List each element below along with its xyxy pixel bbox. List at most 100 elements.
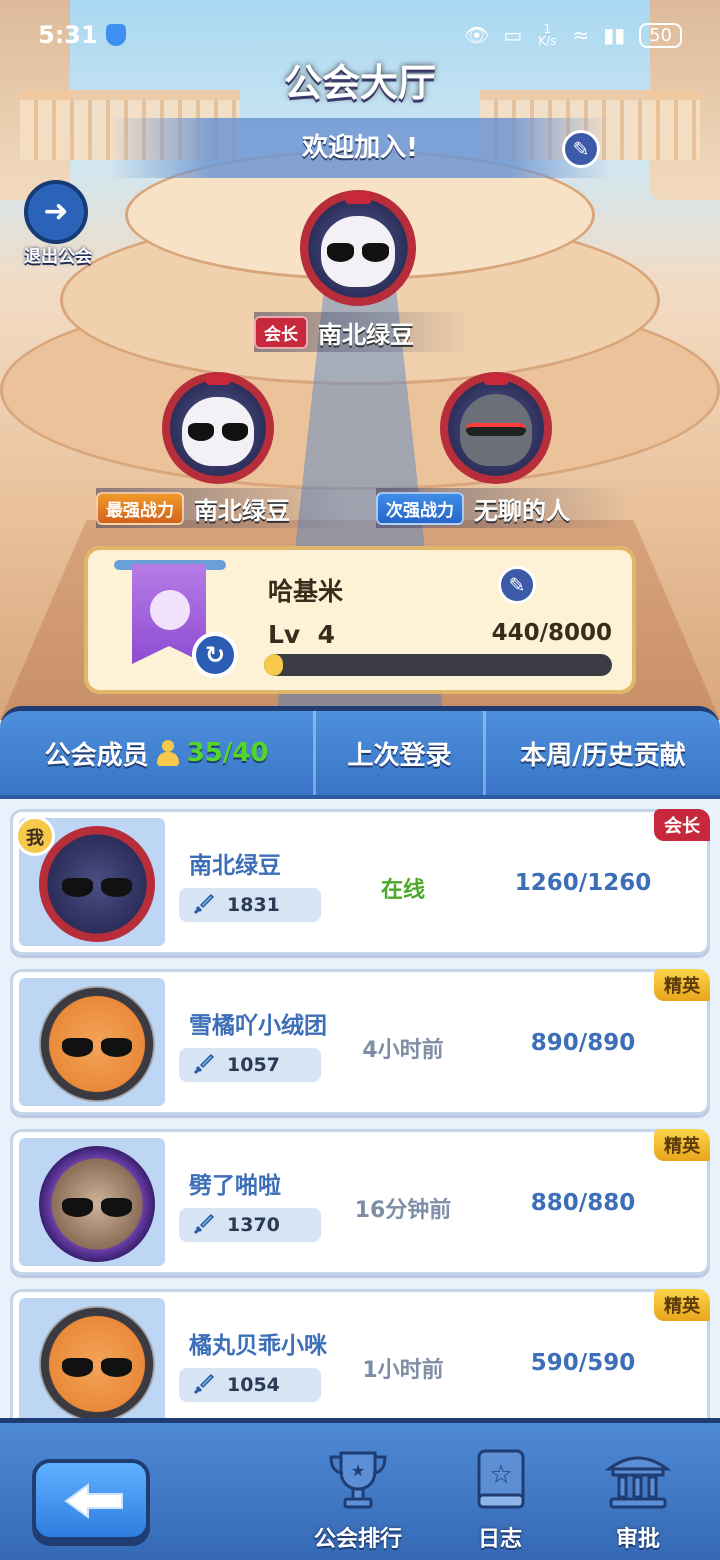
member-panel: 公会成员 35/40 上次登录 本周/历史贡献 我 南北绿豆 1831 在线 1… [0,706,720,1422]
exit-guild-button[interactable]: ➜ [24,180,88,244]
member-power: 1057 [179,1048,321,1082]
member-power: 1831 [179,888,321,922]
rank-badge-elite: 精英 [654,1129,710,1161]
header-contribution[interactable]: 本周/历史贡献 [486,711,720,795]
guild-level: Lv 4 [268,620,335,649]
monkey-emblem-icon [150,590,190,630]
member-row[interactable]: 橘丸贝乖小咪 1054 1小时前 590/590 精英 [10,1289,710,1422]
crown-icon [483,374,509,386]
status-time: 5:31 [38,21,98,49]
member-power: 1370 [179,1208,321,1242]
shield-icon [105,24,126,46]
approve-label: 审批 [615,1527,660,1552]
me-badge: 我 [15,816,55,856]
battery-indicator: 50 [639,22,682,48]
member-power: 1054 [179,1368,321,1402]
log-label: 日志 [477,1527,522,1552]
member-last-login: 4小时前 [362,1038,444,1063]
welcome-banner: 欢迎加入! [110,118,610,178]
strongest-avatar[interactable] [162,372,274,484]
svg-text:★: ★ [351,1461,365,1480]
guild-info-card: ↻ 哈基米 ✎ Lv 4 440/8000 [84,546,636,694]
member-row[interactable]: 劈了啪啦 1370 16分钟前 880/880 精英 [10,1129,710,1275]
member-avatar [19,1138,165,1266]
change-emblem-button[interactable]: ↻ [192,632,238,678]
member-name: 橘丸贝乖小咪 [189,1333,327,1359]
guild-exp-bar [264,654,612,676]
guild-name: 哈基米 [268,577,344,606]
header-last-login[interactable]: 上次登录 [316,711,486,795]
member-power-value: 1831 [227,894,280,916]
member-contribution: 1260/1260 [514,870,652,896]
president-avatar[interactable] [300,190,416,306]
role-chip-second: 次强战力 [376,491,464,525]
cat-sunglasses-avatar [182,396,254,467]
rank-badge-leader: 会长 [654,809,710,841]
approve-button[interactable]: 审批 [578,1445,698,1553]
member-last-login: 16分钟前 [354,1198,452,1223]
svg-text:☆: ☆ [489,1460,512,1490]
edit-guild-name-button[interactable]: ✎ [498,566,536,604]
member-name: 南北绿豆 [189,853,281,879]
second-avatar[interactable] [440,372,552,484]
bottom-nav: ★ 公会排行 ☆ 日志 审批 [0,1418,720,1560]
orange-cat-avatar [39,1306,155,1422]
wifi-icon: ≈ [572,23,590,47]
book-star-icon: ☆ [477,1449,525,1509]
member-row[interactable]: 雪橘吖小绒团 1057 4小时前 890/890 精英 [10,969,710,1115]
member-last-login: 1小时前 [362,1358,444,1383]
member-name: 劈了啪啦 [189,1173,281,1199]
member-avatar [19,1298,165,1422]
guild-exp-text: 440/8000 [491,620,612,646]
refresh-icon: ↻ [204,641,226,669]
strongest-name: 南北绿豆 [194,496,290,525]
guild-ranking-label: 公会排行 [313,1527,402,1552]
crown-icon [205,374,231,386]
electric-hamster-avatar [39,1146,155,1262]
signal-icon: ▮▮ [603,23,626,47]
log-button[interactable]: ☆ 日志 [440,1445,560,1553]
arrow-left-icon [64,1483,123,1519]
exit-door-icon: ➜ [43,194,69,229]
member-list-header: 公会成员 35/40 上次登录 本周/历史贡献 [0,711,720,799]
president-name: 南北绿豆 [318,320,414,349]
header-members: 公会成员 35/40 [0,711,316,795]
sword-icon [193,1373,215,1395]
member-contribution: 890/890 [530,1030,636,1056]
member-avatar [19,978,165,1106]
members-count: 35/40 [186,738,269,768]
member-name: 雪橘吖小绒团 [189,1013,327,1039]
robot-helmet-avatar [460,394,532,467]
sword-icon [193,893,215,915]
guild-ranking-button[interactable]: ★ 公会排行 [298,1445,418,1553]
sword-icon [193,1213,215,1235]
level-value: 4 [317,620,336,649]
edit-welcome-button[interactable]: ✎ [562,130,600,168]
pencil-icon: ✎ [572,137,590,161]
role-chip-president: 会长 [254,315,308,349]
second-name: 无聊的人 [474,496,570,525]
second-tag: 次强战力 无聊的人 [376,488,630,528]
level-label: Lv [268,620,301,649]
trophy-icon: ★ [329,1451,387,1509]
member-power-value: 1054 [227,1374,280,1396]
net-speed: 1 K/s [538,22,557,48]
guild-exp-fill [264,654,284,676]
members-label: 公会成员 [44,740,149,771]
member-power-value: 1057 [227,1054,280,1076]
eye-icon: 👁 [464,23,490,47]
page-title: 公会大厅 [283,61,436,105]
rank-badge-elite: 精英 [654,1289,710,1321]
member-last-login: 在线 [380,878,425,903]
member-contribution: 880/880 [530,1190,636,1216]
back-button[interactable] [32,1459,150,1541]
member-contribution: 590/590 [530,1350,636,1376]
pencil-icon: ✎ [508,573,526,597]
vibrate-icon: ▭ [503,23,523,47]
orange-cat-avatar [39,986,155,1102]
crown-icon [345,192,371,204]
role-chip-strongest: 最强战力 [96,491,184,525]
member-row[interactable]: 我 南北绿豆 1831 在线 1260/1260 会长 [10,809,710,955]
cat-sunglasses-avatar [39,826,155,942]
cat-sunglasses-avatar [320,215,396,288]
